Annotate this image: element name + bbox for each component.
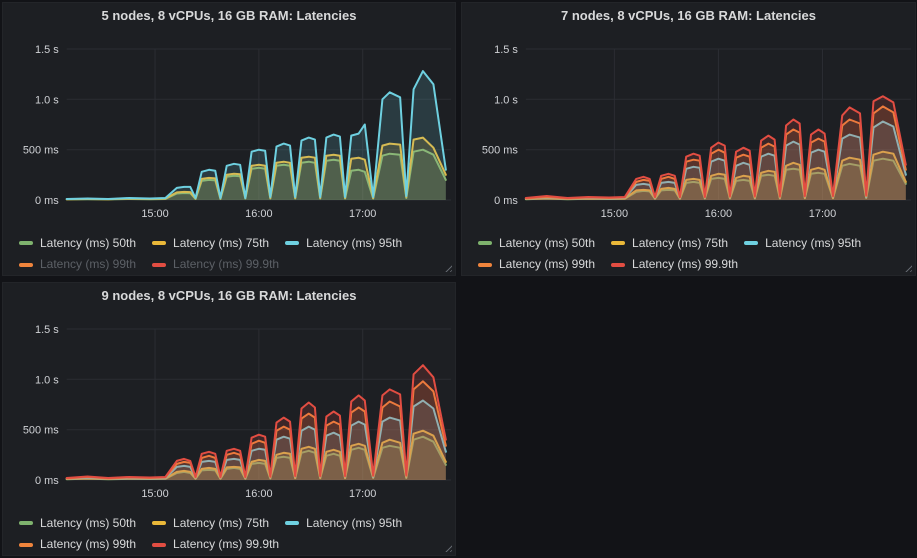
series-color-swatch-icon xyxy=(611,263,625,267)
empty-dashboard-area xyxy=(461,282,916,556)
y-axis-tick-label: 500 ms xyxy=(23,145,59,157)
panel-9-nodes-latencies: 9 nodes, 8 vCPUs, 16 GB RAM: Latencies 0… xyxy=(2,282,456,556)
legend-label: Latency (ms) 95th xyxy=(765,234,861,253)
y-axis-tick-label: 1.5 s xyxy=(494,44,518,56)
y-axis-tick-label: 1.0 s xyxy=(494,94,518,106)
series-color-swatch-icon xyxy=(611,241,625,245)
series-color-swatch-icon xyxy=(478,263,492,267)
chart-legend: Latency (ms) 50thLatency (ms) 75thLatenc… xyxy=(3,505,455,554)
y-axis-tick-label: 1.5 s xyxy=(35,44,59,56)
legend-item[interactable]: Latency (ms) 50th xyxy=(19,514,136,533)
x-axis-tick-label: 15:00 xyxy=(141,488,168,500)
legend-row: Latency (ms) 99th Latency (ms) 99.9th xyxy=(19,253,447,275)
legend-item[interactable]: Latency (ms) 50th xyxy=(19,234,136,253)
legend-item[interactable]: Latency (ms) 75th xyxy=(611,234,728,253)
series-color-swatch-icon xyxy=(285,241,299,245)
legend-row: Latency (ms) 99th Latency (ms) 99.9th xyxy=(478,253,907,275)
y-axis-tick-label: 1.0 s xyxy=(35,374,59,386)
x-axis-tick-label: 17:00 xyxy=(809,208,836,220)
panel-5-nodes-latencies: 5 nodes, 8 vCPUs, 16 GB RAM: Latencies 0… xyxy=(2,2,456,276)
y-axis-tick-label: 0 ms xyxy=(35,475,59,487)
x-axis-tick-label: 16:00 xyxy=(705,208,732,220)
legend-item[interactable]: Latency (ms) 95th xyxy=(285,234,402,253)
legend-label: Latency (ms) 99.9th xyxy=(173,255,279,274)
x-axis-tick-label: 17:00 xyxy=(349,208,376,220)
series-area-p999 xyxy=(526,96,906,200)
chart-legend: Latency (ms) 50thLatency (ms) 75thLatenc… xyxy=(3,225,455,274)
legend-item[interactable]: Latency (ms) 95th xyxy=(744,234,861,253)
legend-label: Latency (ms) 99.9th xyxy=(632,255,738,274)
grafana-dashboard: 5 nodes, 8 vCPUs, 16 GB RAM: Latencies 0… xyxy=(0,0,917,558)
x-axis-tick-label: 15:00 xyxy=(601,208,628,220)
legend-item[interactable]: Latency (ms) 75th xyxy=(152,514,269,533)
y-axis-tick-label: 500 ms xyxy=(482,145,518,157)
series-color-swatch-icon xyxy=(19,543,33,547)
series-color-swatch-icon xyxy=(19,263,33,267)
panel-7-nodes-latencies: 7 nodes, 8 vCPUs, 16 GB RAM: Latencies 0… xyxy=(461,2,916,276)
y-axis-tick-label: 0 ms xyxy=(494,195,518,207)
legend-row: Latency (ms) 50th Latency (ms) 75th Latenc… xyxy=(19,511,447,533)
series-color-swatch-icon xyxy=(152,263,166,267)
y-axis-tick-label: 500 ms xyxy=(23,425,59,437)
legend-item[interactable]: Latency (ms) 95th xyxy=(285,514,402,533)
legend-label: Latency (ms) 95th xyxy=(306,514,402,533)
panel-title[interactable]: 5 nodes, 8 vCPUs, 16 GB RAM: Latencies xyxy=(3,3,455,29)
legend-label: Latency (ms) 99th xyxy=(499,255,595,274)
legend-item[interactable]: Latency (ms) 99.9th xyxy=(611,255,738,274)
legend-label: Latency (ms) 99th xyxy=(40,255,136,274)
y-axis-tick-label: 1.0 s xyxy=(35,94,59,106)
latency-chart-7-nodes[interactable]: 0 ms 500 ms 1.0 s 1.5 s 15:00 16:00 17:00 xyxy=(462,29,915,225)
series-color-swatch-icon xyxy=(285,521,299,525)
legend-label: Latency (ms) 95th xyxy=(306,234,402,253)
legend-label: Latency (ms) 50th xyxy=(40,234,136,253)
panel-title[interactable]: 7 nodes, 8 vCPUs, 16 GB RAM: Latencies xyxy=(462,3,915,29)
series-area-p95 xyxy=(67,71,446,200)
series-color-swatch-icon xyxy=(478,241,492,245)
legend-item[interactable]: Latency (ms) 50th xyxy=(478,234,595,253)
series-color-swatch-icon xyxy=(152,241,166,245)
y-axis-tick-label: 1.5 s xyxy=(35,324,59,336)
series-color-swatch-icon xyxy=(19,241,33,245)
legend-label: Latency (ms) 75th xyxy=(632,234,728,253)
x-axis-tick-label: 16:00 xyxy=(245,208,272,220)
chart-legend: Latency (ms) 50thLatency (ms) 75thLatenc… xyxy=(462,225,915,274)
legend-item[interactable]: Latency (ms) 99th xyxy=(19,535,136,554)
x-axis-tick-label: 15:00 xyxy=(141,208,168,220)
legend-label: Latency (ms) 50th xyxy=(499,234,595,253)
x-axis-tick-label: 16:00 xyxy=(245,488,272,500)
legend-label: Latency (ms) 99.9th xyxy=(173,535,279,554)
legend-item[interactable]: Latency (ms) 75th xyxy=(152,234,269,253)
legend-item[interactable]: Latency (ms) 99th xyxy=(478,255,595,274)
series-area-p999 xyxy=(67,365,446,480)
legend-row: Latency (ms) 50th Latency (ms) 75th Latenc… xyxy=(19,231,447,253)
latency-chart-9-nodes[interactable]: 0 ms 500 ms 1.0 s 1.5 s 15:00 16:00 17:00 xyxy=(3,309,455,505)
legend-label: Latency (ms) 50th xyxy=(40,514,136,533)
y-axis-tick-label: 0 ms xyxy=(35,195,59,207)
series-color-swatch-icon xyxy=(152,543,166,547)
legend-item[interactable]: Latency (ms) 99.9th xyxy=(152,255,279,274)
series-color-swatch-icon xyxy=(744,241,758,245)
legend-label: Latency (ms) 75th xyxy=(173,514,269,533)
series-color-swatch-icon xyxy=(19,521,33,525)
latency-chart-5-nodes[interactable]: 0 ms 500 ms 1.0 s 1.5 s 15:00 16:00 17:00 xyxy=(3,29,455,225)
x-axis-tick-label: 17:00 xyxy=(349,488,376,500)
legend-label: Latency (ms) 75th xyxy=(173,234,269,253)
legend-item[interactable]: Latency (ms) 99.9th xyxy=(152,535,279,554)
legend-row: Latency (ms) 99th Latency (ms) 99.9th xyxy=(19,533,447,555)
legend-item[interactable]: Latency (ms) 99th xyxy=(19,255,136,274)
series-color-swatch-icon xyxy=(152,521,166,525)
panel-title[interactable]: 9 nodes, 8 vCPUs, 16 GB RAM: Latencies xyxy=(3,283,455,309)
legend-row: Latency (ms) 50th Latency (ms) 75th Latenc… xyxy=(478,231,907,253)
legend-label: Latency (ms) 99th xyxy=(40,535,136,554)
